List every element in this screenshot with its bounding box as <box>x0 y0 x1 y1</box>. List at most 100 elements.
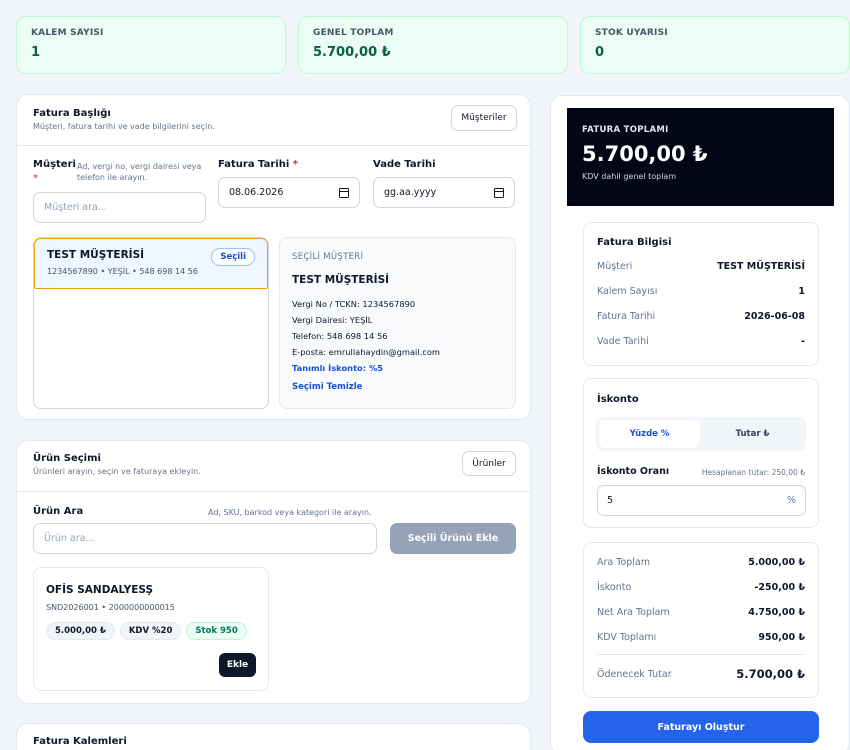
percent-unit: % <box>786 495 796 506</box>
tab-amount[interactable]: Tutar ₺ <box>702 420 803 448</box>
customer-result-details: 1234567890 • YEŞİL • 548 698 14 56 <box>47 267 198 276</box>
price-tag: 5.000,00 ₺ <box>46 622 115 640</box>
add-product-button[interactable]: Ekle <box>219 653 256 677</box>
invoice-date-input[interactable]: 08.06.2026 <box>218 177 360 208</box>
card-title: Fatura Başlığı <box>33 108 111 119</box>
discount-rate-input[interactable]: 5 % <box>597 485 806 516</box>
required-mark: * <box>292 159 298 170</box>
selected-customer-heading: SEÇİLİ MÜŞTERİ <box>292 252 364 262</box>
card-subtitle: Ürünleri arayın, seçin ve faturaya ekley… <box>33 467 201 476</box>
selected-tax-no: Vergi No / TCKN: 1234567890 <box>292 299 416 309</box>
product-search-hint: Ad, SKU, barkod veya kategori ile arayın… <box>208 508 372 517</box>
due-date-input[interactable]: gg.aa.yyyy <box>373 177 515 208</box>
products-button[interactable]: Ürünler <box>462 451 516 476</box>
totals-key: KDV Toplamı <box>597 632 657 643</box>
customer-label: Müşteri <box>33 159 76 170</box>
totals-box: Ara Toplam 5.000,00 ₺ İskonto -250,00 ₺ Ne… <box>583 542 819 698</box>
stat-label: GENEL TOPLAM <box>313 28 394 38</box>
invoice-date-label-text: Fatura Tarihi <box>218 159 290 170</box>
totals-value: 5.000,00 ₺ <box>748 557 805 568</box>
add-selected-product-button[interactable]: Seçili Ürünü Ekle <box>390 523 516 554</box>
selected-badge: Seçili <box>211 248 255 266</box>
stat-label: STOK UYARISI <box>595 28 668 38</box>
totals-value: -250,00 ₺ <box>754 582 805 593</box>
invoice-date-value: 08.06.2026 <box>229 187 284 198</box>
stat-card-grand-total: GENEL TOPLAM 5.700,00 ₺ <box>298 16 568 74</box>
info-title: Fatura Bilgisi <box>597 237 672 248</box>
totals-key: Ara Toplam <box>597 557 650 568</box>
create-invoice-button[interactable]: Faturayı Oluştur <box>583 711 819 743</box>
discount-title: İskonto <box>597 394 639 405</box>
stock-tag: Stok 950 <box>186 622 247 640</box>
payable-row: Ödenecek Tutar 5.700,00 ₺ <box>597 667 805 681</box>
customer-label-text: Müşteri <box>33 159 76 170</box>
product-tags: 5.000,00 ₺ KDV %20 Stok 950 <box>46 622 247 640</box>
stat-value: 1 <box>31 45 41 60</box>
stat-label: KALEM SAYISI <box>31 28 104 38</box>
discount-rate-value: 5 <box>607 495 614 506</box>
product-item-card[interactable]: OFİS SANDALYESŞ SND2026001 • 20000000000… <box>33 567 269 691</box>
stat-value: 0 <box>595 45 605 60</box>
invoice-items-card: Fatura Kalemleri <box>16 723 531 750</box>
info-row: Vade Tarihi - <box>597 336 805 347</box>
invoice-summary-panel: FATURA TOPLAMI 5.700,00 ₺ KDV dahil gene… <box>550 95 850 750</box>
payable-value: 5.700,00 ₺ <box>736 667 805 681</box>
product-codes: SND2026001 • 2000000000015 <box>46 603 175 612</box>
total-value: 5.700,00 ₺ <box>582 142 708 166</box>
customer-results-list: TEST MÜŞTERİSİ 1234567890 • YEŞİL • 548 … <box>33 237 269 409</box>
calendar-icon[interactable] <box>339 187 349 198</box>
discount-rate-label: İskonto Oranı <box>597 466 670 477</box>
invoice-date-label: Fatura Tarihi * <box>218 159 298 170</box>
vat-tag: KDV %20 <box>119 622 182 640</box>
card-title: Fatura Kalemleri <box>33 736 127 747</box>
customer-result-name: TEST MÜŞTERİSİ <box>47 249 145 261</box>
calendar-icon[interactable] <box>494 187 504 198</box>
selected-discount: Tanımlı İskonto: %5 <box>292 363 384 373</box>
card-title: Ürün Seçimi <box>33 453 101 464</box>
divider <box>17 145 530 146</box>
customer-search-input[interactable]: Müşteri ara... <box>33 192 206 223</box>
info-value: 2026-06-08 <box>744 311 805 322</box>
tab-percent[interactable]: Yüzde % <box>599 420 700 448</box>
info-row: Fatura Tarihi 2026-06-08 <box>597 311 805 322</box>
invoice-total-banner: FATURA TOPLAMI 5.700,00 ₺ KDV dahil gene… <box>567 108 834 206</box>
totals-value: 950,00 ₺ <box>758 632 805 643</box>
info-key: Kalem Sayısı <box>597 286 658 297</box>
customer-hint: Ad, vergi no, vergi dairesi veya telefon… <box>77 162 202 182</box>
info-key: Fatura Tarihi <box>597 311 656 322</box>
info-row: Kalem Sayısı 1 <box>597 286 805 297</box>
clear-selection-link[interactable]: Seçimi Temizle <box>292 382 362 392</box>
totals-row: KDV Toplamı 950,00 ₺ <box>597 632 805 643</box>
product-selection-card: Ürün Seçimi Ürünleri arayın, seçin ve fa… <box>16 440 531 704</box>
info-key: Vade Tarihi <box>597 336 649 347</box>
stat-value: 5.700,00 ₺ <box>313 45 391 60</box>
invoice-info-box: Fatura Bilgisi Müşteri TEST MÜŞTERİSİ Kal… <box>583 222 819 366</box>
selected-phone: Telefon: 548 698 14 56 <box>292 331 388 341</box>
info-row: Müşteri TEST MÜŞTERİSİ <box>597 261 805 272</box>
selected-tax-office: Vergi Dairesi: YEŞİL <box>292 315 373 325</box>
selected-customer-panel: SEÇİLİ MÜŞTERİ TEST MÜŞTERİSİ Vergi No /… <box>279 237 516 409</box>
customers-button[interactable]: Müşteriler <box>451 105 517 131</box>
product-name: OFİS SANDALYESŞ <box>46 584 154 596</box>
stat-card-item-count: KALEM SAYISI 1 <box>16 16 286 74</box>
stat-card-stock-warning: STOK UYARISI 0 <box>580 16 850 74</box>
product-search-label: Ürün Ara <box>33 506 84 517</box>
totals-row: İskonto -250,00 ₺ <box>597 582 805 593</box>
totals-key: Net Ara Toplam <box>597 607 670 618</box>
discount-computed: Hesaplanan tutar: 250,00 ₺ <box>701 468 805 477</box>
selected-customer-details: Vergi No / TCKN: 1234567890 Vergi Daires… <box>292 296 440 376</box>
info-value: 1 <box>798 286 805 297</box>
totals-row: Net Ara Toplam 4.750,00 ₺ <box>597 607 805 618</box>
totals-row: Ara Toplam 5.000,00 ₺ <box>597 557 805 568</box>
required-mark: * <box>33 173 38 184</box>
info-key: Müşteri <box>597 261 633 272</box>
divider <box>17 491 530 492</box>
discount-mode-toggle: Yüzde % Tutar ₺ <box>596 417 806 451</box>
selected-email: E-posta: emrullahaydin@gmail.com <box>292 347 441 357</box>
invoice-header-card: Fatura Başlığı Müşteri, fatura tarihi ve… <box>16 94 531 420</box>
total-note: KDV dahil genel toplam <box>582 172 677 181</box>
payable-label: Ödenecek Tutar <box>597 668 672 680</box>
customer-result-item[interactable]: TEST MÜŞTERİSİ 1234567890 • YEŞİL • 548 … <box>34 238 268 289</box>
product-search-input[interactable]: Ürün ara... <box>33 523 377 554</box>
info-value: TEST MÜŞTERİSİ <box>717 261 805 272</box>
